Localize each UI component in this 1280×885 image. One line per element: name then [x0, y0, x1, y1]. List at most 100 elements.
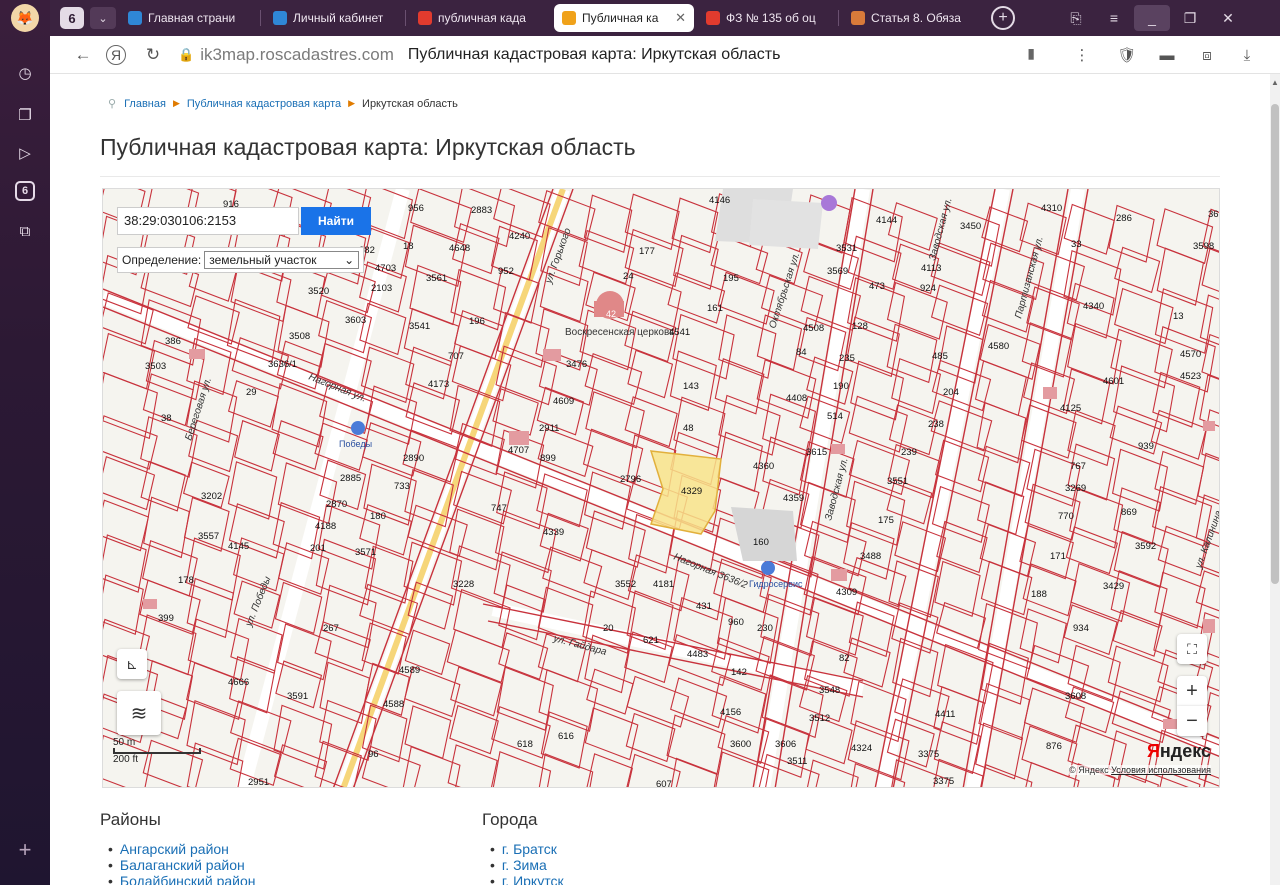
region-link[interactable]: Балаганский район [108, 857, 255, 873]
ruler-icon[interactable]: ⊾ [117, 649, 147, 679]
parcel-number: 616 [558, 731, 574, 742]
parcel-number: 4309 [836, 587, 857, 598]
yandex-icon[interactable]: Я [106, 44, 126, 65]
layers-icon[interactable]: ≋ [117, 691, 161, 735]
tab-label: Статья 8. Обяза [871, 11, 961, 25]
restore-icon[interactable]: ❐ [1172, 0, 1208, 36]
parcel-number: 29 [246, 387, 257, 398]
parcel-number: 4580 [988, 341, 1009, 352]
parcel-number: 3375 [918, 749, 939, 760]
breadcrumb-home[interactable]: Главная [124, 98, 166, 110]
search-button[interactable]: Найти [301, 207, 371, 235]
city-link[interactable]: г. Братск [490, 841, 564, 857]
bookmark-icon[interactable]: ▮ [1027, 45, 1035, 62]
parcel-number: 2870 [326, 499, 347, 510]
parcel-number: 3511 [787, 756, 807, 767]
extension-dropdown-icon[interactable]: ▬ [1154, 42, 1180, 68]
parcel-number: 3636/1 [268, 359, 297, 370]
parcel-number: 3608 [1065, 691, 1086, 702]
address-bar[interactable]: 🔒 ik3map.roscadastres.com Публичная када… [178, 40, 1058, 70]
tab-manager-icon[interactable]: ⎘ [1058, 0, 1094, 36]
close-window-icon[interactable]: ✕ [1210, 0, 1246, 36]
tab-6[interactable]: Статья 8. Обяза [843, 4, 983, 32]
cities-title: Города [482, 810, 538, 829]
bus-stop-icon [351, 421, 365, 435]
parcel-number: 3569 [827, 266, 848, 277]
parcel-number: 4181 [653, 579, 674, 590]
city-link[interactable]: г. Иркутск [490, 873, 564, 885]
city-link[interactable]: г. Зима [490, 857, 564, 873]
parcel-number: 4483 [687, 649, 708, 660]
profile-avatar-icon[interactable]: 🦊 [11, 4, 39, 32]
parcel-number: 13 [1173, 311, 1184, 322]
menu-icon[interactable]: ≡ [1096, 0, 1132, 36]
parcel-number: 2103 [371, 283, 392, 294]
parcel-number: 4125 [1060, 403, 1081, 414]
tab-1[interactable]: Главная страни [120, 4, 260, 32]
tab-count-sidebar-icon[interactable]: 6 [12, 178, 38, 204]
cities-list: г. Братскг. Зимаг. Иркутск [490, 841, 564, 885]
page-title: Публичная кадастровая карта: Иркутская о… [100, 134, 636, 160]
parcel-number: 18 [403, 241, 414, 252]
parcel-number: 204 [943, 387, 959, 398]
definition-label: Определение: [122, 253, 202, 267]
parcel-number: 175 [878, 515, 894, 526]
minimize-icon[interactable]: _ [1134, 5, 1170, 31]
parcel-number: 177 [639, 246, 655, 257]
parcel-number: 3531 [836, 243, 857, 254]
tab-label: Главная страни [148, 11, 236, 25]
navigation-bar: ← Я ↻ 🔒 ik3map.roscadastres.com Публична… [50, 36, 1280, 74]
reload-icon[interactable]: ↻ [138, 40, 168, 70]
download-icon[interactable]: ⤓ [1234, 42, 1260, 68]
add-panel-icon[interactable]: + [0, 837, 50, 863]
tab-4[interactable]: Публичная ка ✕ [554, 4, 694, 32]
parcel-number: 4648 [449, 243, 470, 254]
terms-link[interactable]: Условия использования [1111, 765, 1211, 775]
zoom-out-button[interactable]: − [1177, 706, 1207, 736]
zoom-in-button[interactable]: + [1177, 676, 1207, 706]
map-canvas[interactable]: 916 956 2883424041464144345043102863598361… [103, 189, 1220, 788]
parcel-number: 618 [517, 739, 533, 750]
history-icon[interactable]: ◷ [12, 60, 38, 86]
scrollbar-thumb[interactable] [1271, 104, 1279, 584]
tab-count-badge[interactable]: 6 [60, 7, 84, 29]
parcel-number: 4310 [1041, 203, 1062, 214]
cadastral-search-input[interactable]: 38:29:030106:2153 [117, 207, 299, 235]
region-link[interactable]: Бодайбинский район [108, 873, 256, 885]
tab-2[interactable]: Личный кабинет [265, 4, 405, 32]
extension-shield-icon[interactable]: 🛡 [1114, 42, 1140, 68]
fullscreen-icon[interactable]: ⛶ [1177, 634, 1207, 664]
url-page-title: Публичная кадастровая карта: Иркутская о… [407, 45, 781, 63]
breadcrumb-map[interactable]: Публичная кадастровая карта [187, 98, 341, 110]
region-link[interactable]: Ангарский район [108, 841, 255, 857]
breadcrumb: ⚲ Главная ▶ Публичная кадастровая карта … [108, 97, 458, 111]
parcel-number: 4408 [786, 393, 807, 404]
close-tab-icon[interactable]: ✕ [675, 10, 686, 26]
parcel-number: 399 [158, 613, 174, 624]
more-dots-icon[interactable]: ⋮ [1069, 42, 1095, 68]
play-icon[interactable]: ▷ [12, 140, 38, 166]
breadcrumb-arrow-icon: ▶ [348, 98, 356, 108]
parcel-number: 201 [310, 543, 326, 554]
parcel-number: 286 [1116, 213, 1132, 224]
parcel-number: 4609 [553, 396, 574, 407]
parcel-number: 3429 [1103, 581, 1124, 592]
screenshot-icon[interactable]: ⧉ [12, 218, 38, 244]
parcel-number: 876 [1046, 741, 1062, 752]
collections-icon[interactable]: ❐ [12, 102, 38, 128]
definition-select[interactable]: земельный участок ⌄ [204, 251, 360, 269]
parcel-number: 4188 [315, 521, 336, 532]
tab-5[interactable]: ФЗ № 135 об оц [698, 4, 838, 32]
parcel-number: 3512 [809, 713, 830, 724]
extensions-puzzle-icon[interactable]: ⧈ [1194, 42, 1220, 68]
parcel-number: 3202 [201, 491, 222, 502]
parcel-number: 473 [869, 281, 885, 292]
parcel-number: 4144 [876, 215, 897, 226]
tab-list-chevron-icon[interactable]: ⌄ [90, 7, 116, 29]
parcel-number: 747 [491, 503, 507, 514]
cadastral-map[interactable]: 916 956 2883 4240 4146 4144 3450 4310 286 3598 36 1… [102, 188, 1220, 788]
tab-3[interactable]: публичная када [410, 4, 550, 32]
scroll-up-icon[interactable]: ▲ [1271, 78, 1279, 87]
new-tab-icon[interactable]: + [991, 6, 1015, 30]
back-arrow-icon[interactable]: ← [68, 40, 98, 70]
